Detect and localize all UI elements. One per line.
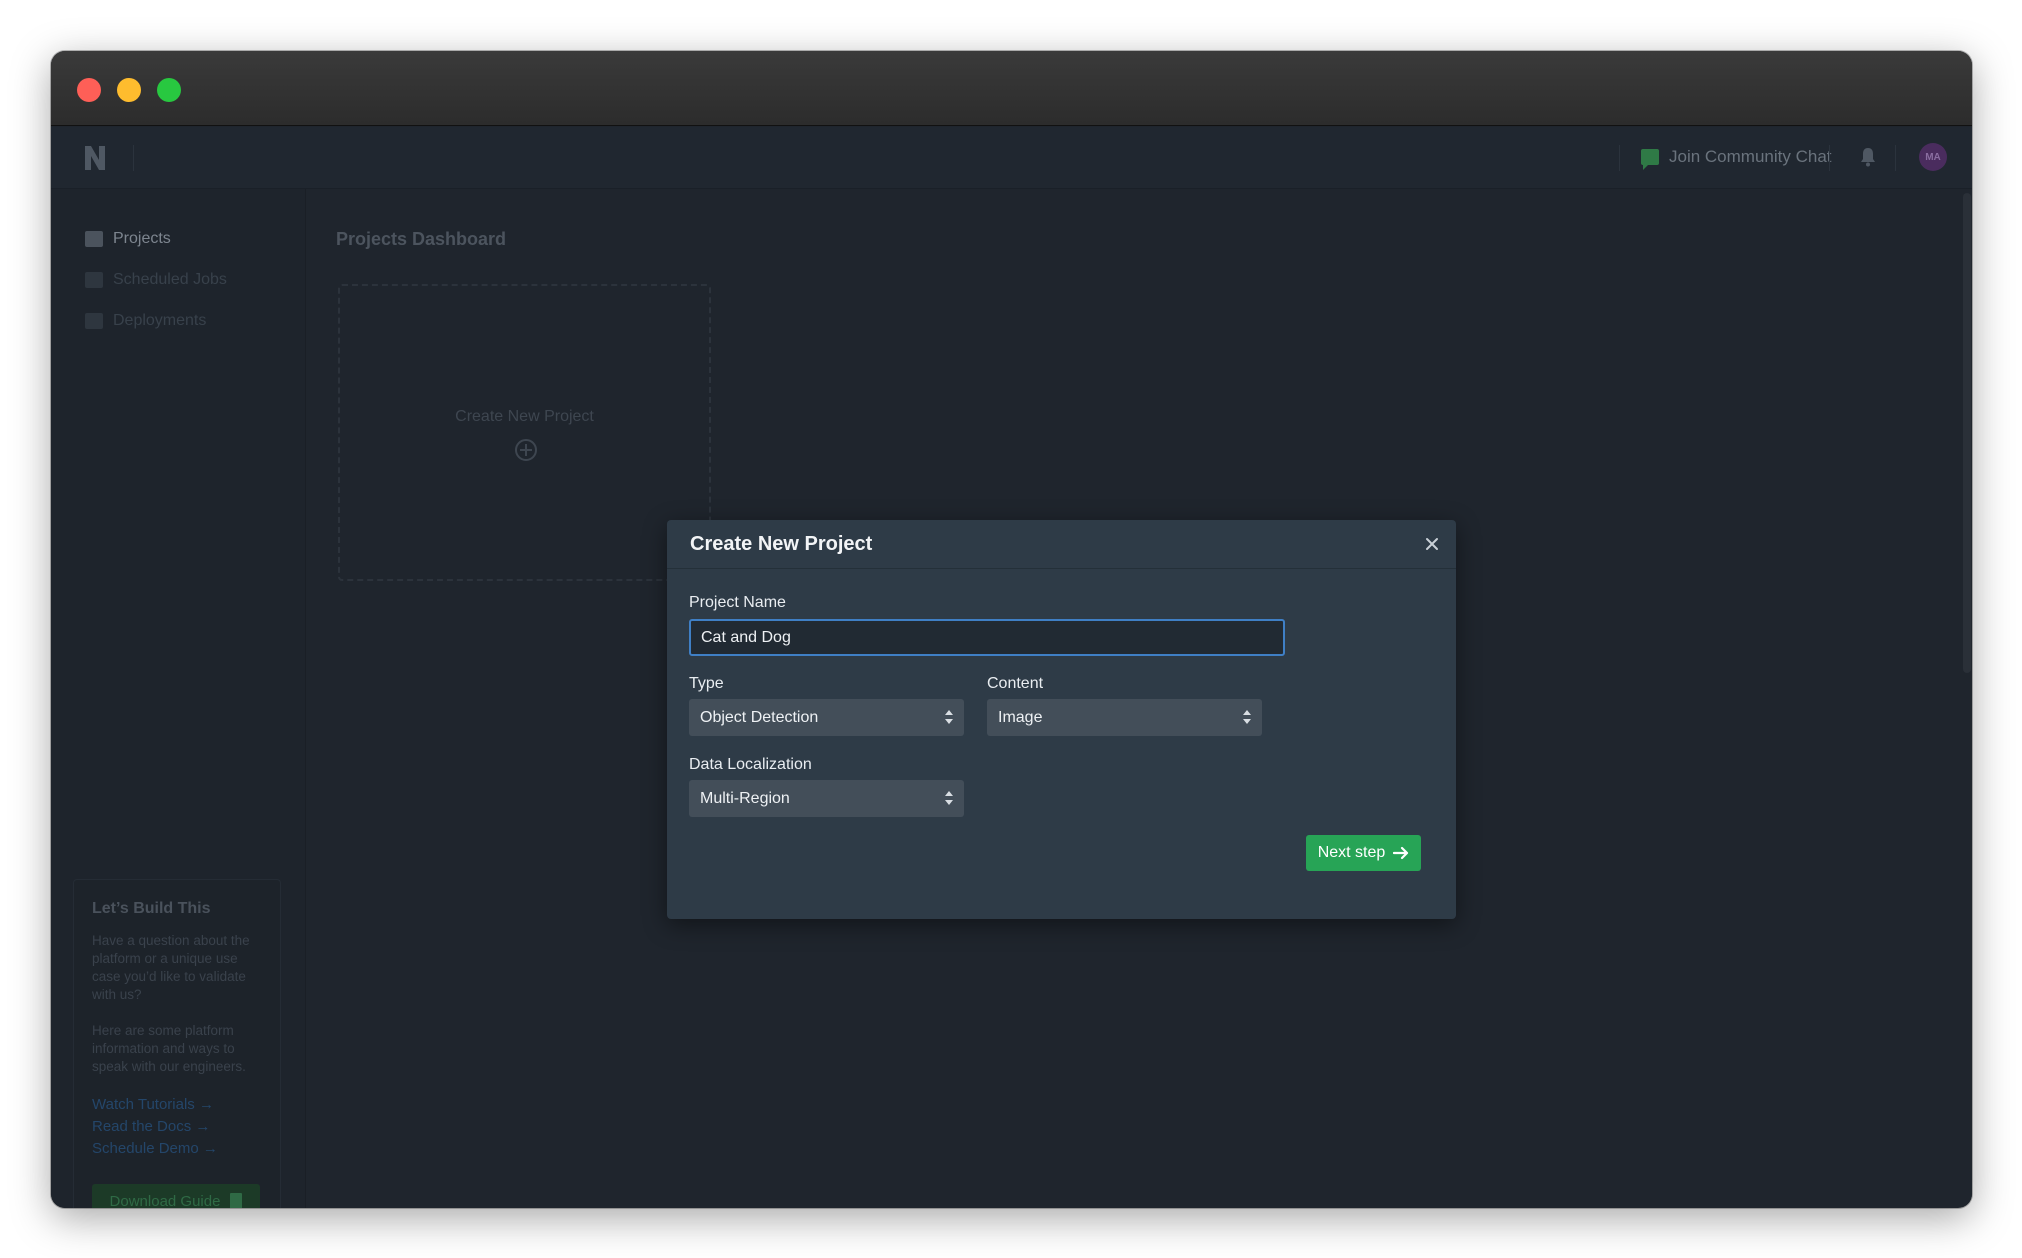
close-window-button[interactable]: [77, 78, 101, 102]
top-navbar: Join Community Chat MA: [51, 127, 1972, 189]
promo-text: Have a question about the platform or a …: [92, 933, 250, 1002]
project-name-input[interactable]: [689, 619, 1285, 656]
promo-panel: Let’s Build This Have a question about t…: [73, 879, 281, 1208]
modal-header: Create New Project: [667, 520, 1456, 569]
sidebar: Projects Scheduled Jobs Deployments Let’…: [51, 189, 306, 1208]
sidebar-item-label: Projects: [113, 230, 171, 247]
community-label: Join Community Chat: [1669, 147, 1832, 166]
watch-tutorials-link[interactable]: Watch Tutorials →: [92, 1094, 262, 1116]
content-label: Content: [987, 675, 1044, 692]
create-project-modal: Create New Project Project Name Type Obj…: [667, 520, 1456, 919]
nav-divider: [133, 145, 134, 171]
scrollbar-thumb[interactable]: [1963, 193, 1971, 673]
sidebar-item-scheduled-jobs[interactable]: Scheduled Jobs: [85, 271, 227, 289]
create-new-project-card[interactable]: Create New Project: [338, 284, 711, 581]
arrow-right-icon: [1393, 846, 1409, 860]
window-titlebar: [51, 51, 1972, 126]
folder-icon: [85, 231, 103, 247]
download-guide-button[interactable]: Download Guide: [92, 1184, 260, 1208]
close-icon[interactable]: [1422, 534, 1442, 554]
scrollbar[interactable]: [1962, 189, 1972, 1208]
next-step-button[interactable]: Next step: [1306, 835, 1421, 871]
sidebar-item-label: Scheduled Jobs: [113, 271, 227, 288]
add-circle-icon: [515, 439, 537, 461]
localization-select-value: Multi-Region: [700, 789, 790, 807]
read-docs-link[interactable]: Read the Docs →: [92, 1116, 262, 1138]
content-select[interactable]: Image: [987, 699, 1262, 736]
data-localization-label: Data Localization: [689, 756, 812, 773]
content-select-value: Image: [998, 708, 1043, 726]
sidebar-item-label: Deployments: [113, 312, 207, 329]
select-arrows-icon: [945, 791, 953, 805]
project-name-label: Project Name: [689, 594, 786, 611]
select-arrows-icon: [1243, 710, 1251, 724]
cloud-upload-icon: [85, 313, 103, 329]
book-icon: [230, 1193, 243, 1208]
minimize-window-button[interactable]: [117, 78, 141, 102]
sidebar-item-deployments[interactable]: Deployments: [85, 312, 206, 330]
create-new-project-label: Create New Project: [455, 408, 594, 425]
app-window: Join Community Chat MA Projects Schedule…: [51, 51, 1972, 1208]
modal-title: Create New Project: [690, 533, 873, 555]
nav-divider: [1895, 145, 1896, 171]
download-guide-label: Download Guide: [109, 1192, 221, 1209]
app-logo[interactable]: [83, 144, 107, 172]
type-select[interactable]: Object Detection: [689, 699, 964, 736]
promo-title: Let’s Build This: [92, 900, 211, 917]
type-select-value: Object Detection: [700, 708, 819, 726]
sidebar-item-projects[interactable]: Projects: [85, 230, 171, 248]
data-localization-select[interactable]: Multi-Region: [689, 780, 964, 817]
bell-icon[interactable]: [1859, 147, 1877, 167]
next-step-label: Next step: [1317, 844, 1386, 861]
camera-icon: [85, 272, 103, 288]
schedule-demo-link[interactable]: Schedule Demo →: [92, 1138, 262, 1160]
promo-text: Here are some platform information and w…: [92, 1023, 246, 1074]
chat-icon: [1641, 149, 1659, 170]
nav-divider: [1619, 145, 1620, 171]
nav-divider: [1829, 145, 1830, 171]
maximize-window-button[interactable]: [157, 78, 181, 102]
page-title: Projects Dashboard: [336, 229, 507, 249]
join-community-chat-link[interactable]: Join Community Chat: [1641, 147, 1832, 170]
select-arrows-icon: [945, 710, 953, 724]
type-label: Type: [689, 675, 724, 692]
user-avatar[interactable]: MA: [1919, 143, 1947, 171]
